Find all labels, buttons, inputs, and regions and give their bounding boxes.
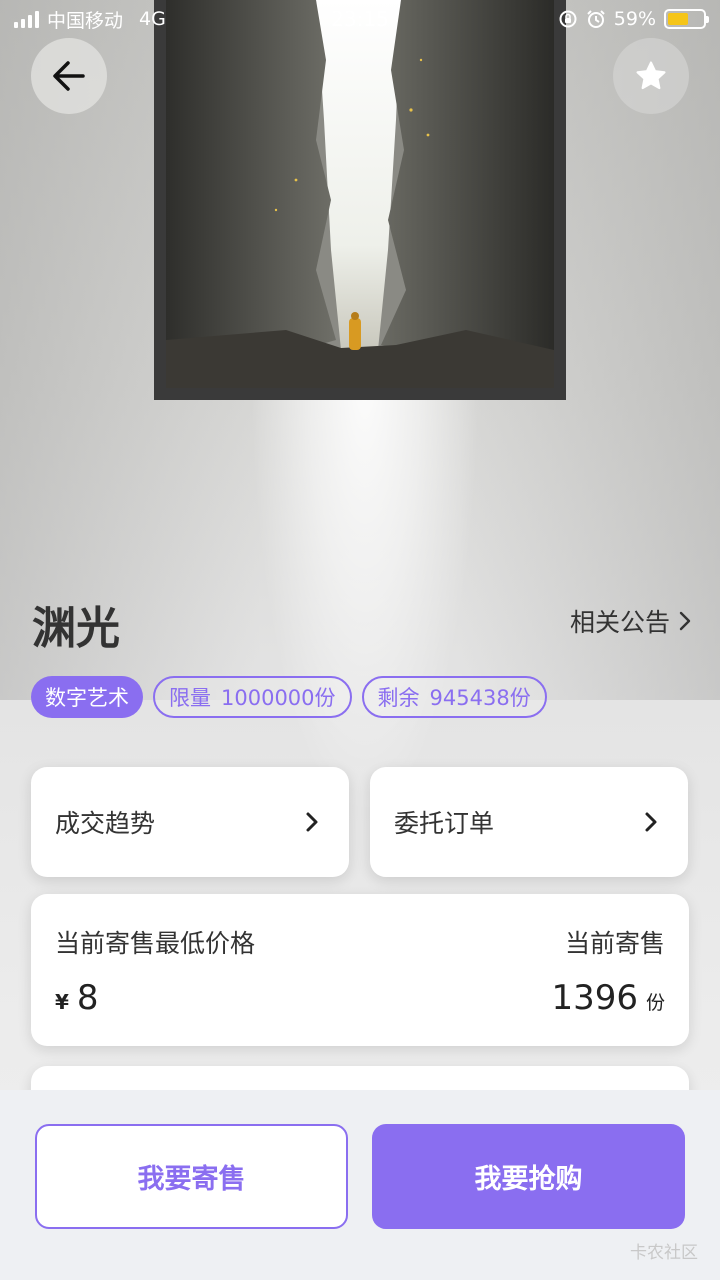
price-labels: 当前寄售最低价格 当前寄售	[55, 924, 665, 960]
status-bar: 中国移动 4G 23:15 59%	[0, 0, 720, 38]
snap-buy-button[interactable]: 我要抢购	[372, 1124, 685, 1229]
lowest-price: ¥ 8	[55, 978, 99, 1018]
artwork-illustration	[166, 0, 554, 388]
artwork-image	[166, 0, 554, 388]
trade-trend-card[interactable]: 成交趋势	[31, 767, 349, 877]
related-notice-link[interactable]: 相关公告	[570, 603, 692, 639]
item-title: 渊光	[32, 603, 120, 654]
status-time: 23:15	[331, 7, 389, 31]
entrust-orders-card[interactable]: 委托订单	[370, 767, 688, 877]
remaining-label: 剩余	[377, 686, 420, 710]
consign-sell-button[interactable]: 我要寄售	[35, 1124, 348, 1229]
star-icon	[636, 61, 666, 90]
consignment-price-card: 当前寄售最低价格 当前寄售 ¥ 8 1396 份	[31, 894, 689, 1046]
lowest-price-label: 当前寄售最低价格	[55, 929, 256, 958]
remaining-value: 945438份	[429, 686, 531, 710]
chevron-right-icon	[645, 812, 657, 832]
consign-count-value: 1396	[551, 978, 638, 1018]
trade-trend-label: 成交趋势	[55, 809, 156, 838]
favorite-button[interactable]	[613, 38, 689, 114]
battery-fill	[668, 13, 689, 25]
chevron-right-icon	[679, 611, 691, 631]
consign-count-label: 当前寄售	[564, 929, 665, 958]
artwork-frame	[154, 0, 566, 400]
limit-tag: 限量 1000000份	[153, 676, 352, 718]
lowest-price-value: 8	[76, 978, 99, 1018]
related-notice-label: 相关公告	[569, 608, 670, 637]
consign-count-unit: 份	[645, 992, 665, 1014]
chevron-right-icon	[306, 812, 318, 832]
currency-symbol: ¥	[55, 990, 69, 1014]
entrust-orders-label: 委托订单	[394, 809, 495, 838]
arrow-left-icon	[53, 61, 85, 91]
tag-list: 数字艺术 限量 1000000份 剩余 945438份	[31, 676, 547, 718]
limit-value: 1000000份	[221, 686, 336, 710]
consign-count: 1396 份	[551, 978, 665, 1018]
watermark: 卡农社区	[630, 1243, 698, 1263]
remaining-tag: 剩余 945438份	[361, 676, 547, 718]
limit-label: 限量	[169, 686, 211, 710]
battery-icon	[664, 9, 709, 29]
back-button[interactable]	[31, 38, 107, 114]
category-tag: 数字艺术	[31, 676, 143, 718]
price-values: ¥ 8 1396 份	[55, 978, 665, 1018]
